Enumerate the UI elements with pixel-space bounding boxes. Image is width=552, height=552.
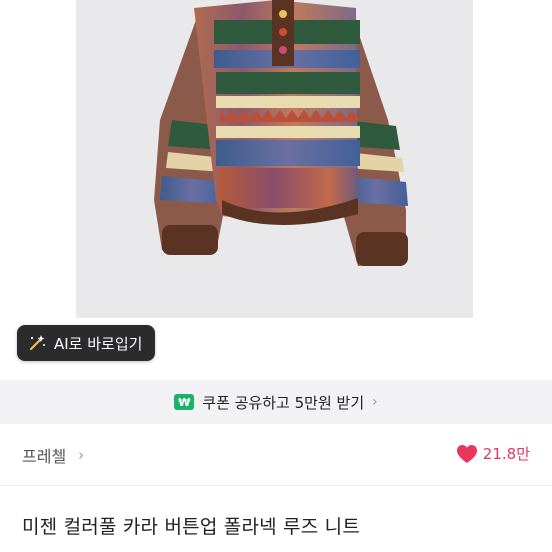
product-title: 미젠 컬러풀 카라 버튼업 폴라넥 루즈 니트 xyxy=(22,516,360,538)
shop-info-row: 프레첼 › 21.8만 xyxy=(0,424,552,486)
product-image-area[interactable] xyxy=(0,0,552,380)
sweater-illustration xyxy=(154,0,408,266)
like-count: 21.8만 xyxy=(482,445,530,463)
ai-try-on-label: AI로 바로입기 xyxy=(54,334,143,353)
coupon-share-banner[interactable]: ₩ 쿠폰 공유하고 5만원 받기 › xyxy=(0,380,552,424)
ai-try-on-button[interactable]: AI로 바로입기 xyxy=(17,325,155,361)
shop-link[interactable]: 프레첼 › xyxy=(22,443,84,467)
won-coupon-icon: ₩ xyxy=(174,394,195,410)
shop-name: 프레첼 xyxy=(22,447,67,466)
product-photo[interactable] xyxy=(76,0,473,318)
magic-wand-icon xyxy=(28,334,46,352)
chevron-right-icon: › xyxy=(78,446,85,464)
heart-icon xyxy=(456,444,477,463)
like-button[interactable]: 21.8만 xyxy=(456,443,530,464)
chevron-right-icon: › xyxy=(372,394,378,410)
coupon-banner-text: 쿠폰 공유하고 5만원 받기 xyxy=(202,393,365,412)
